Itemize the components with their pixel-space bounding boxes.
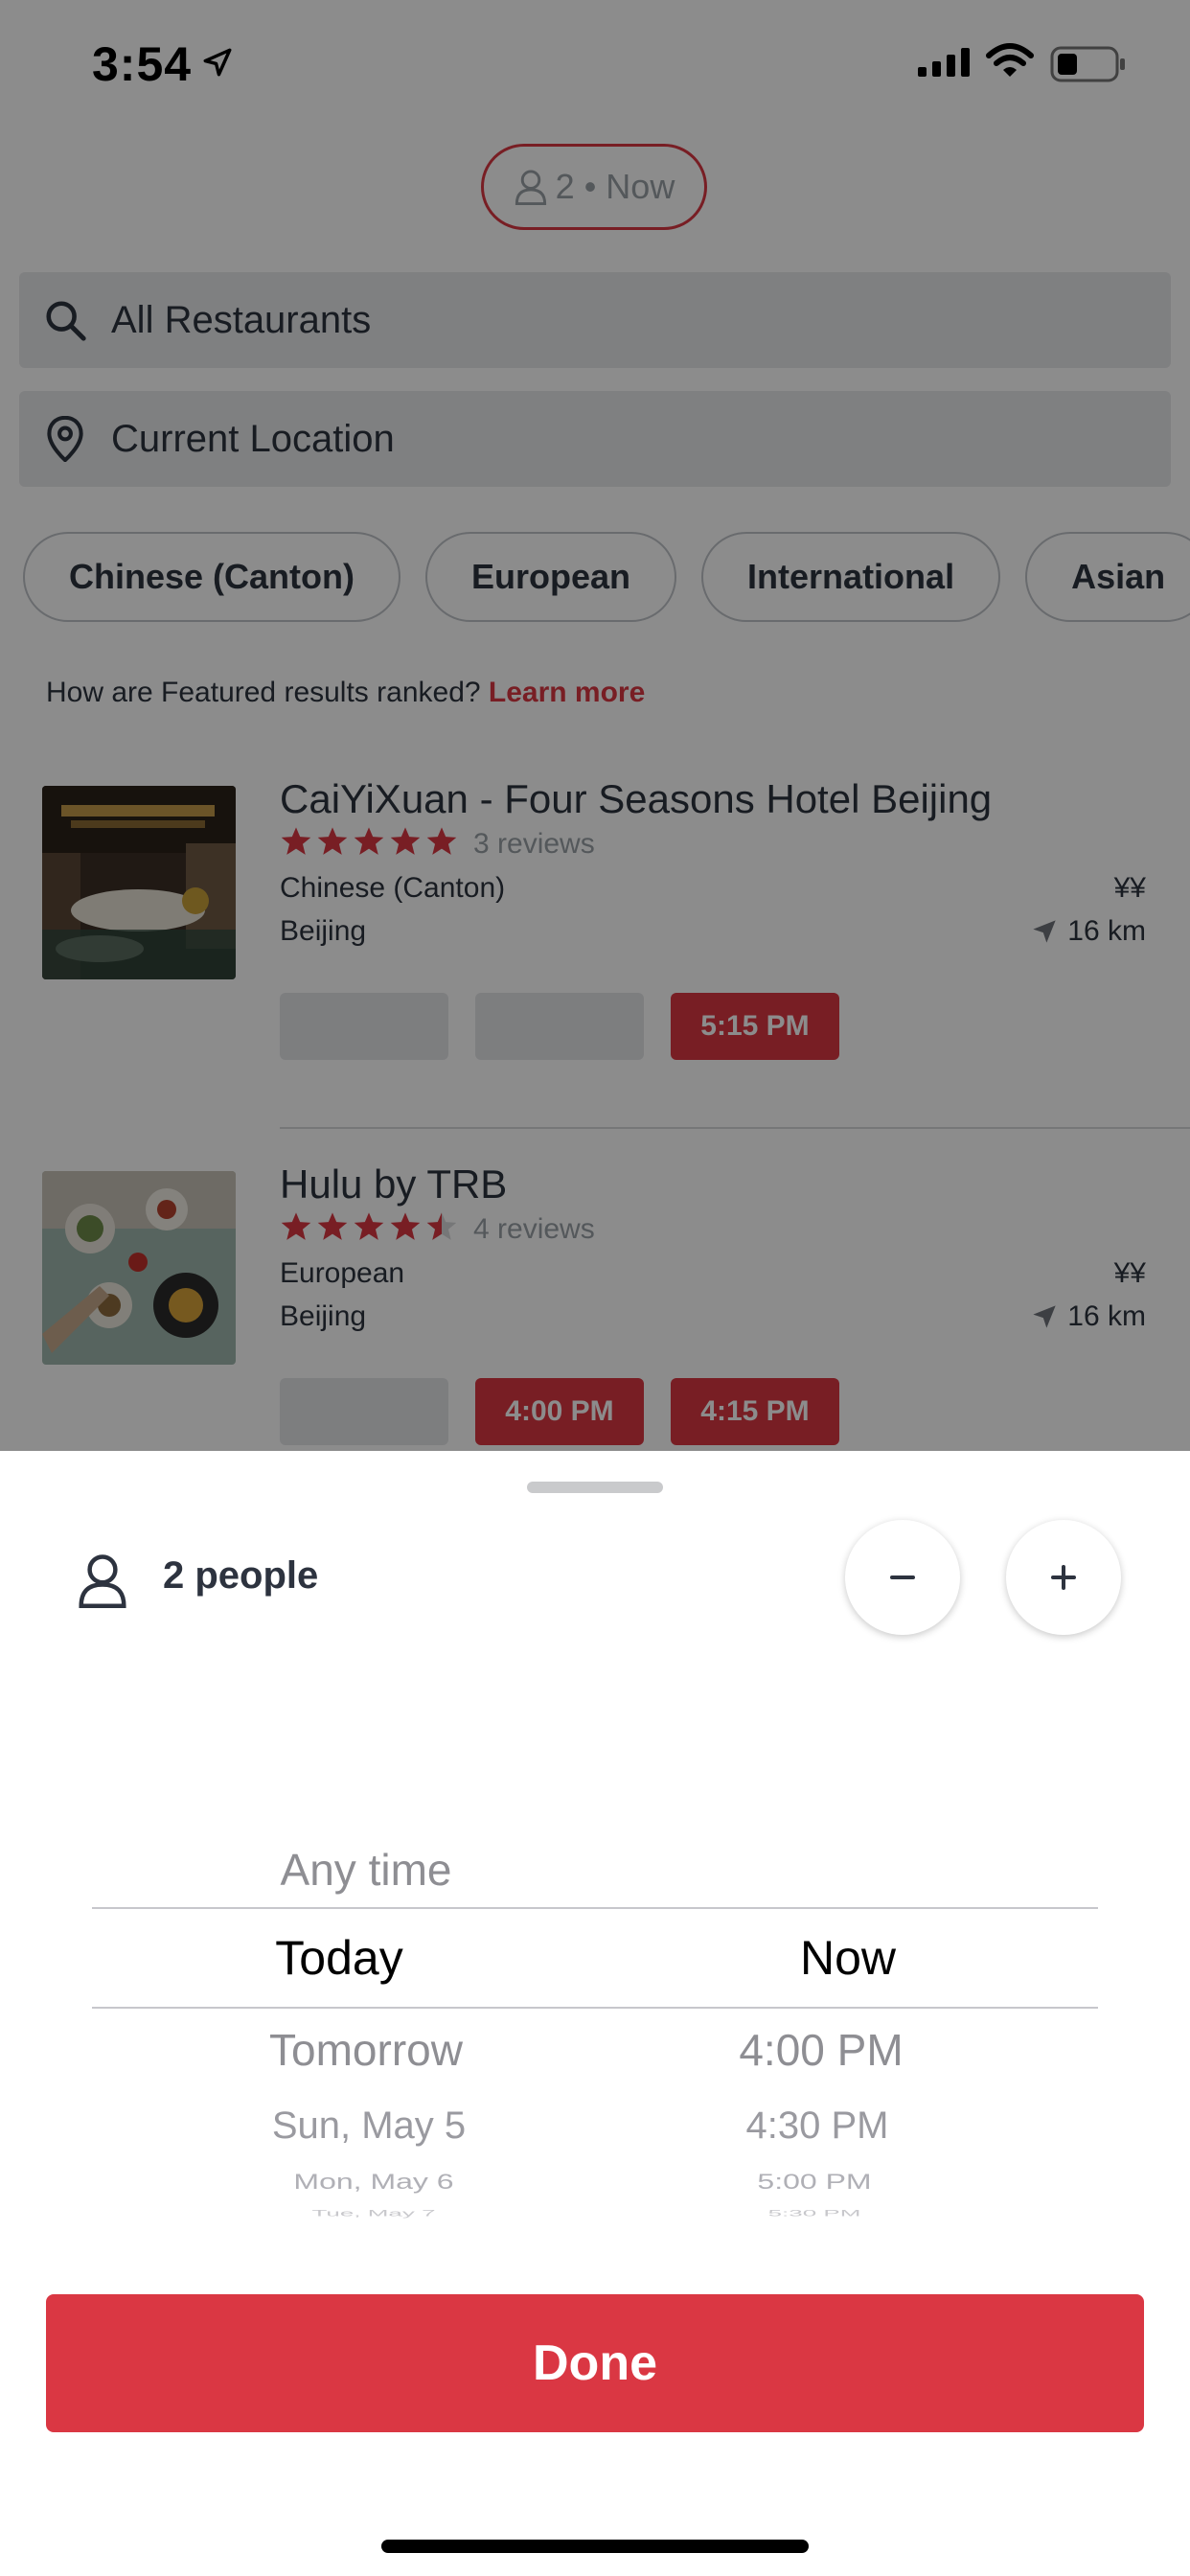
time-option[interactable]: 4:00 PM <box>739 2024 903 2076</box>
time-option-selected[interactable]: Now <box>800 1930 896 1986</box>
sheet-grabber[interactable] <box>527 1482 663 1493</box>
date-option[interactable]: Tue, May 7 <box>311 2208 435 2219</box>
results-screen: 3:54 2 • Now All Restaurants Current Loc… <box>0 0 1190 1451</box>
done-button[interactable]: Done <box>46 2294 1144 2432</box>
date-option[interactable]: Tomorrow <box>269 2024 463 2076</box>
increase-party-button[interactable] <box>1006 1520 1121 1635</box>
party-time-sheet: 2 people Any time Today Now Tomorrow 4:0… <box>0 1451 1190 2576</box>
date-option-selected[interactable]: Today <box>275 1930 402 1986</box>
party-size-label: 2 people <box>163 1554 319 1597</box>
person-icon <box>79 1554 126 1608</box>
plus-icon <box>1051 1565 1076 1590</box>
picker-selection-bottom <box>92 2007 1098 2009</box>
time-option[interactable]: 5:00 PM <box>757 2170 871 2195</box>
time-option[interactable]: 5:30 PM <box>768 2208 861 2219</box>
date-option[interactable]: Mon, May 6 <box>293 2170 453 2195</box>
home-indicator[interactable] <box>381 2540 809 2553</box>
date-option[interactable]: Any time <box>281 1844 452 1896</box>
time-option[interactable]: 4:30 PM <box>746 2104 889 2148</box>
picker-selection-top <box>92 1907 1098 1909</box>
date-option[interactable]: Sun, May 5 <box>272 2104 466 2148</box>
minus-icon <box>890 1576 915 1579</box>
dim-overlay[interactable] <box>0 0 1190 1451</box>
decrease-party-button[interactable] <box>845 1520 960 1635</box>
